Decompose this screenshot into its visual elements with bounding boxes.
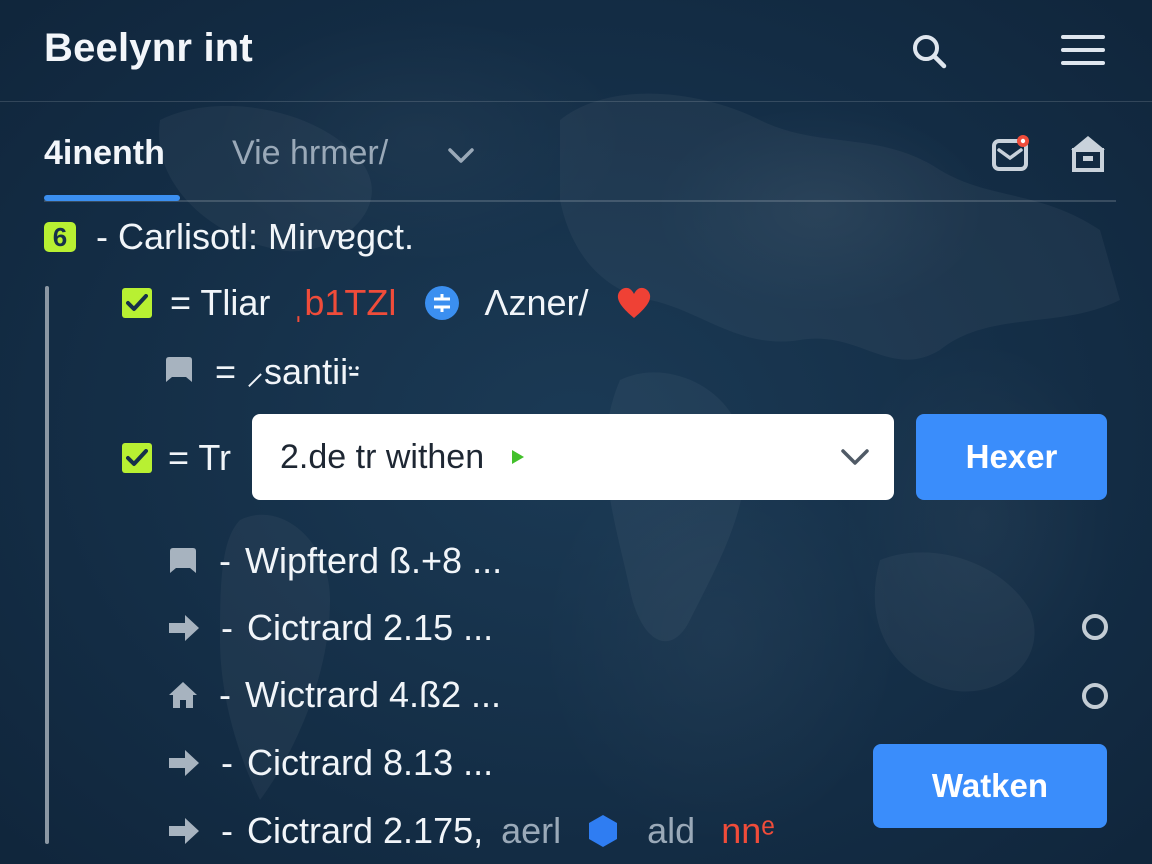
mail-notification-icon[interactable] — [990, 132, 1036, 181]
list-item[interactable]: - Cictrard 8.13 ... — [167, 741, 493, 785]
row-asantii[interactable]: = ⸝santii⸚ — [163, 348, 360, 392]
list-separator: - — [221, 742, 233, 783]
active-tab-indicator — [44, 195, 180, 201]
row-tr-label: = Tr — [168, 437, 232, 478]
row-asantii-label: = ⸝santii⸚ — [215, 350, 360, 392]
tree-guide-line — [45, 286, 49, 844]
section-heading: 6 - Carlisotl: Mirvɐgct. — [44, 215, 414, 259]
checkbox-tr[interactable] — [122, 443, 152, 473]
list-item[interactable]: - Wipfterd ß.+8 ... — [167, 539, 502, 583]
tr-select-value: 2.de tr withen — [280, 437, 485, 476]
radio-option-2[interactable] — [1082, 683, 1108, 709]
list-item-label: Cictrard 8.13 ... — [247, 742, 494, 783]
list-item[interactable]: - Wictrard 4.ß2 ... — [167, 673, 501, 717]
search-icon[interactable] — [905, 27, 953, 75]
chevron-down-icon[interactable] — [840, 446, 870, 468]
hexer-button[interactable]: Hexer — [916, 414, 1107, 500]
home-icon[interactable] — [1068, 132, 1108, 179]
list-item-extra-aerl: aerl — [501, 810, 562, 851]
arrow-right-icon — [167, 816, 201, 846]
list-item-label: Cictrard 2.15 ... — [247, 607, 494, 648]
heart-icon[interactable] — [616, 286, 652, 320]
list-item-extra-ald: ald — [647, 810, 696, 851]
chevron-down-icon[interactable] — [446, 142, 476, 173]
list-item-label: Wipfterd ß.+8 ... — [245, 540, 503, 581]
watken-button[interactable]: Watken — [873, 744, 1107, 828]
list-item-label: Wictrard 4.ß2 ... — [245, 674, 502, 715]
list-item[interactable]: - Cictrard 2.15 ... — [167, 606, 493, 650]
play-icon — [510, 448, 526, 466]
app-title: Beelynr int — [44, 26, 253, 70]
arrow-right-icon — [167, 613, 201, 643]
checkbox-tliar[interactable] — [122, 288, 152, 318]
section-title: - Carlisotl: Mirvɐgct. — [96, 216, 415, 257]
row-tliar-label: = Tliar — [170, 282, 271, 323]
tab-4inenth[interactable]: 4inenth — [44, 134, 165, 173]
list-item[interactable]: - Cictrard 2.175, aerl ald nnᵉ — [167, 809, 775, 853]
radio-option-1[interactable] — [1082, 614, 1108, 640]
section-badge: 6 — [44, 222, 76, 252]
tabs-divider — [44, 200, 1116, 202]
check-icon — [126, 294, 148, 311]
header-divider — [0, 101, 1152, 102]
row-tliar-tag: ˌb1TZl — [292, 282, 397, 323]
list-item-extra-nn: nnᵉ — [721, 810, 775, 851]
list-separator: - — [219, 540, 231, 581]
menu-icon[interactable] — [1059, 26, 1107, 74]
arrow-right-icon — [167, 748, 201, 778]
list-separator: - — [221, 810, 233, 851]
check-icon — [126, 449, 148, 466]
row-tliar-name: Λzner/ — [484, 282, 589, 323]
list-item-label: Cictrard 2.175, — [247, 810, 484, 851]
tab-vie-hrmer[interactable]: Vie hrmer/ — [232, 134, 388, 173]
home-small-icon — [167, 680, 199, 710]
chat-icon — [163, 355, 195, 385]
tr-select[interactable]: 2.de tr withen — [252, 414, 894, 500]
row-tliar[interactable]: = Tliar ˌb1TZl Λzner/ — [122, 280, 652, 326]
chat-icon — [167, 546, 199, 576]
list-separator: - — [221, 607, 233, 648]
list-separator: - — [219, 674, 231, 715]
row-tr[interactable]: = Tr — [122, 436, 231, 480]
hexagon-icon — [587, 814, 619, 848]
transfer-icon[interactable] — [424, 285, 460, 321]
